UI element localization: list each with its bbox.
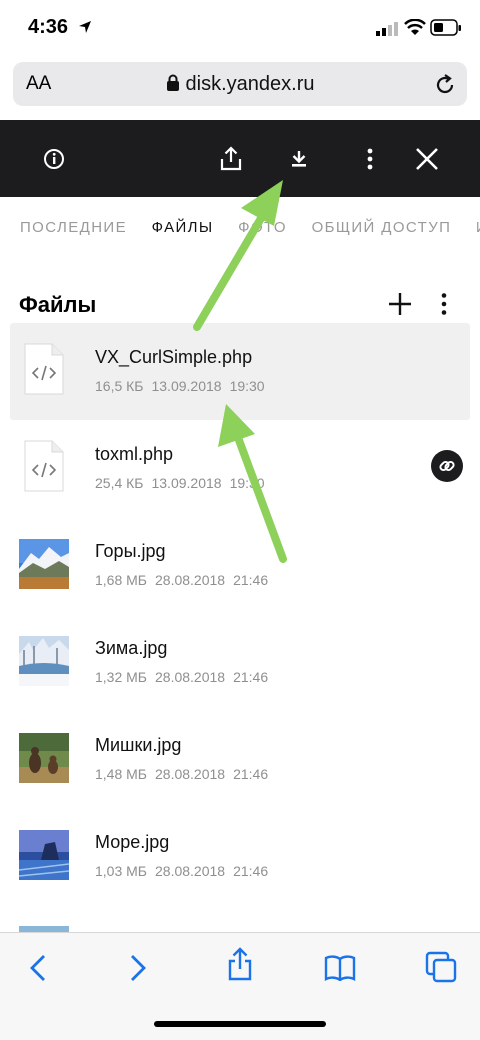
plus-icon[interactable] [388,292,412,316]
tab-photo[interactable]: ФОТО [238,219,287,236]
file-name: Горы.jpg [95,541,166,561]
mountains-thumbnail [19,539,69,589]
file-meta: 16,5 КБ 13.09.2018 19:30 [95,378,265,394]
lock-icon [166,74,179,91]
tab-recent[interactable]: ПОСЛЕДНИЕ [20,219,127,236]
file-meta: 1,48 МБ 28.08.2018 21:46 [95,766,269,782]
share-icon[interactable] [227,947,253,981]
url-bar[interactable]: AA disk.yandex.ru [13,62,467,106]
file-name: Зима.jpg [95,638,168,658]
list-item[interactable]: VX_CurlSimple.php 16,5 КБ 13.09.2018 19:30 [10,323,470,420]
tabs-icon[interactable] [425,951,457,983]
tab-shared[interactable]: ОБЩИЙ ДОСТУП [312,219,452,236]
file-meta: 1,32 МБ 28.08.2018 21:46 [95,669,269,685]
section-tabs: ПОСЛЕДНИЕ ФАЙЛЫ ФОТО ОБЩИЙ ДОСТУП И [20,219,480,236]
file-meta: 1,68 МБ 28.08.2018 21:46 [95,572,269,588]
forward-icon[interactable] [128,954,148,982]
status-bar: 4:36 [0,0,480,58]
download-icon[interactable] [290,150,308,168]
status-time: 4:36 [28,16,69,38]
file-name: Море.jpg [95,832,170,852]
bookmarks-icon[interactable] [324,953,356,981]
tab-files[interactable]: ФАЙЛЫ [152,219,214,236]
list-item[interactable]: Мишки.jpg 1,48 МБ 28.08.2018 21:46 [0,711,480,808]
bears-thumbnail [19,733,69,783]
file-toolbar [0,120,480,197]
sea-thumbnail [19,830,69,880]
list-item[interactable]: toxml.php 25,4 КБ 13.09.2018 19:30 [0,420,480,517]
home-indicator [154,1021,326,1027]
link-icon[interactable] [431,450,463,482]
info-icon[interactable] [43,148,65,170]
more-vertical-icon[interactable] [438,292,450,316]
file-name: Мишки.jpg [95,735,182,755]
file-name: toxml.php [95,444,174,464]
wifi-icon [404,19,426,35]
list-item[interactable]: Горы.jpg 1,68 МБ 28.08.2018 21:46 [0,517,480,614]
winter-thumbnail [19,636,69,686]
list-item[interactable]: Море.jpg 1,03 МБ 28.08.2018 21:46 [0,808,480,905]
url-domain: disk.yandex.ru [13,73,467,96]
share-icon[interactable] [219,146,243,172]
code-file-icon [24,440,64,492]
list-item[interactable]: Зима.jpg 1,32 МБ 28.08.2018 21:46 [0,614,480,711]
location-icon [79,21,91,33]
file-meta: 25,4 КБ 13.09.2018 19:30 [95,475,265,491]
file-meta: 1,03 МБ 28.08.2018 21:46 [95,863,269,879]
signal-icon [376,22,398,36]
file-name: VX_CurlSimple.php [95,347,253,367]
close-icon[interactable] [414,146,440,172]
code-file-icon [24,343,64,395]
page-title: Файлы [19,292,97,317]
tab-more[interactable]: И [476,219,480,236]
reload-icon[interactable] [433,73,457,97]
more-vertical-icon[interactable] [364,147,376,171]
battery-icon [430,19,461,36]
domain-text: disk.yandex.ru [185,73,315,95]
back-icon[interactable] [28,954,48,982]
